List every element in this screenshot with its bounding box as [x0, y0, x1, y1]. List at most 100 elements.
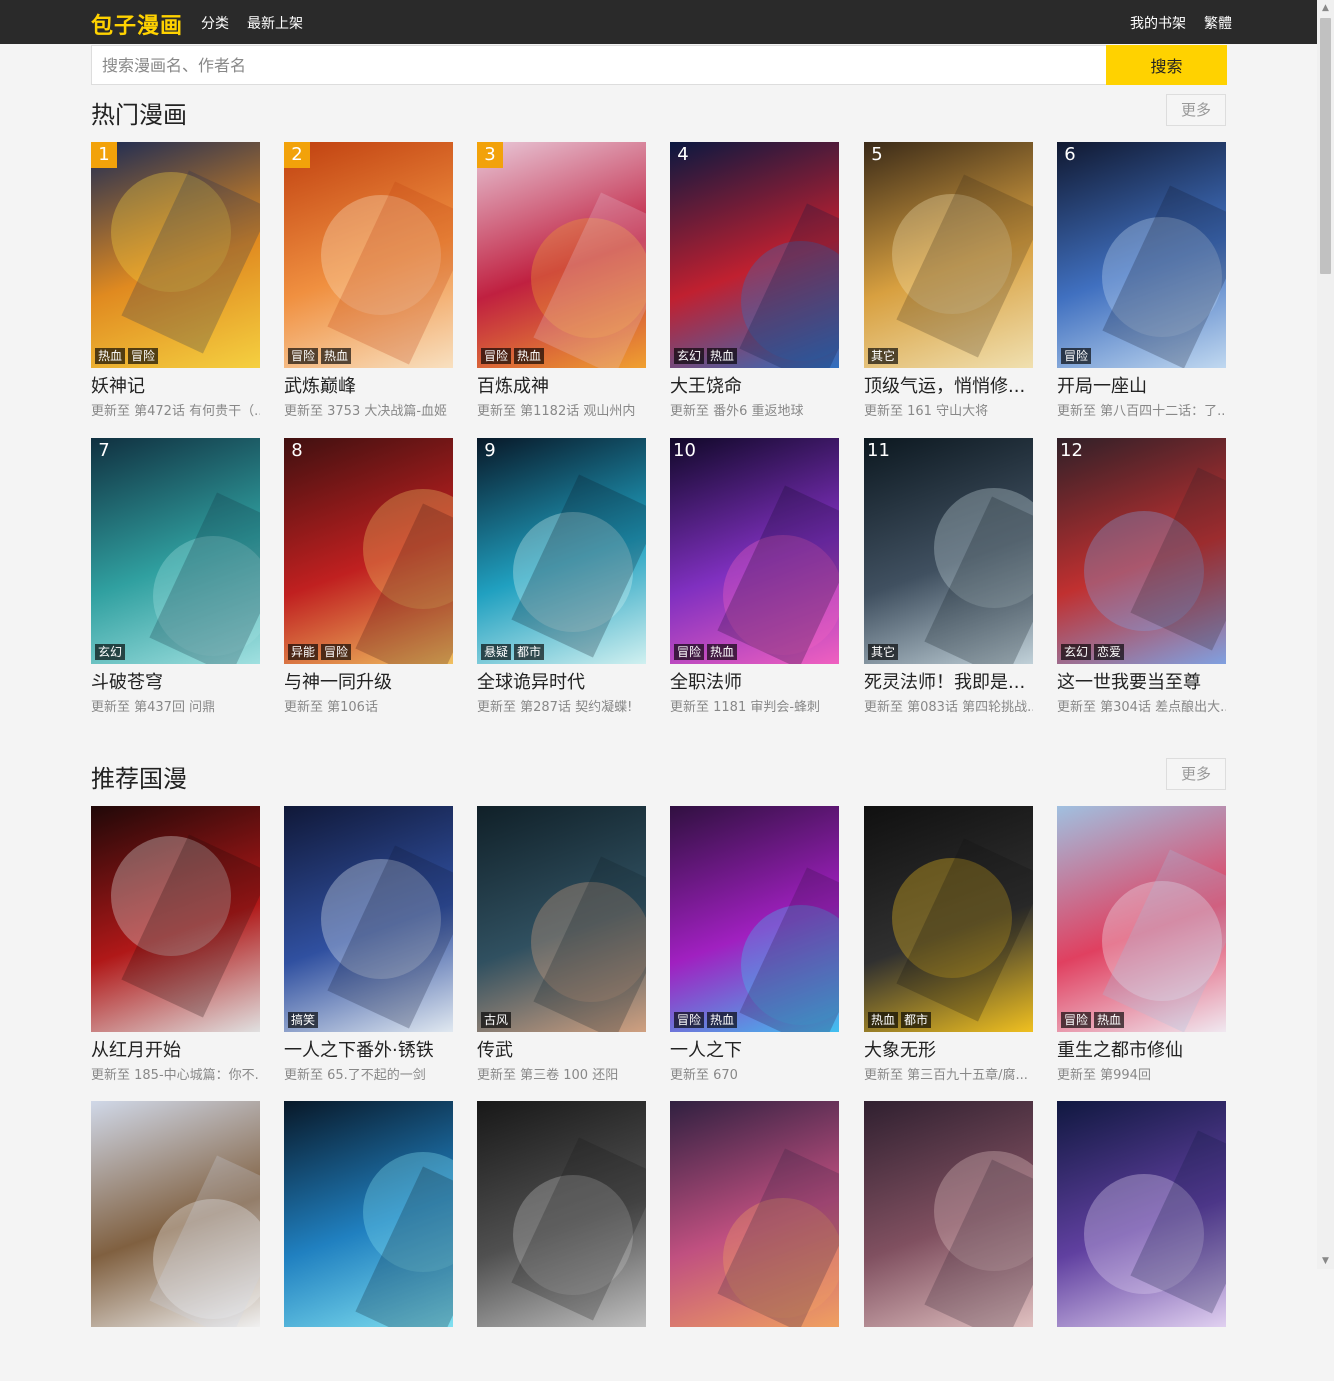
latest-chapter[interactable]: 更新至 161 守山大将 [864, 400, 1033, 419]
comic-card[interactable]: 1 热血 冒险妖神记更新至 第472话 有何贵干（... [91, 142, 260, 422]
comic-title[interactable]: 开局一座山 [1057, 372, 1226, 398]
comic-card[interactable]: 古风传武更新至 第三卷 100 还阳 [477, 806, 646, 1086]
more-button-hot[interactable]: 更多 [1166, 94, 1226, 126]
rank-badge: 8 [291, 440, 303, 461]
search-input[interactable] [91, 45, 1106, 85]
comic-card[interactable]: 12 玄幻 恋爱这一世我要当至尊更新至 第304话 差点酿出大... [1057, 438, 1226, 718]
comic-cover-image[interactable]: 热血 都市 [864, 806, 1033, 1032]
comic-card[interactable]: 10 冒险 热血全职法师更新至 1181 审判会-蜂刺 [670, 438, 839, 718]
comic-card[interactable]: 热血 都市大象无形更新至 第三百九十五章/腐... [864, 806, 1033, 1086]
latest-chapter[interactable]: 更新至 第106话 [284, 696, 453, 715]
comic-card[interactable]: 4 玄幻 热血大王饶命更新至 番外6 重返地球 [670, 142, 839, 422]
latest-chapter[interactable]: 更新至 第八百四十二话：了... [1057, 400, 1226, 419]
comic-cover-image[interactable]: 11 其它 [864, 438, 1033, 664]
comic-card[interactable]: 6 冒险开局一座山更新至 第八百四十二话：了... [1057, 142, 1226, 422]
latest-chapter[interactable]: 更新至 第三百九十五章/腐... [864, 1064, 1033, 1083]
comic-card[interactable]: 冒险 热血重生之都市修仙更新至 第994回 [1057, 806, 1226, 1086]
latest-chapter[interactable]: 更新至 185-中心城篇：你不... [91, 1064, 260, 1083]
comic-card[interactable]: 5 其它顶级气运，悄悄修... 更新至 161 守山大将 [864, 142, 1033, 422]
comic-cover-image[interactable]: 2 冒险 热血 [284, 142, 453, 368]
comic-cover-image[interactable]: 12 玄幻 恋爱 [1057, 438, 1226, 664]
latest-chapter[interactable]: 更新至 3753 大决战篇-血姬 [284, 400, 453, 419]
comic-cover-image[interactable] [91, 806, 260, 1032]
comic-cover-image[interactable] [477, 1101, 646, 1327]
nav-link-latest[interactable]: 最新上架 [247, 13, 303, 33]
latest-chapter[interactable]: 更新至 1181 审判会-蜂刺 [670, 696, 839, 715]
nav-link-traditional[interactable]: 繁體 [1204, 13, 1232, 33]
nav-link-bookshelf[interactable]: 我的书架 [1130, 13, 1186, 33]
scroll-up-arrow-icon[interactable]: ▲ [1320, 2, 1331, 14]
latest-chapter[interactable]: 更新至 第994回 [1057, 1064, 1226, 1083]
comic-title[interactable]: 武炼巅峰 [284, 372, 453, 398]
comic-card[interactable]: 7 玄幻斗破苍穹更新至 第437回 问鼎 [91, 438, 260, 718]
rank-badge: 11 [867, 440, 890, 461]
comic-cover-image[interactable]: 6 冒险 [1057, 142, 1226, 368]
comic-card[interactable] [1057, 1101, 1226, 1381]
comic-card[interactable] [284, 1101, 453, 1381]
comic-cover-image[interactable]: 3 冒险 热血 [477, 142, 646, 368]
latest-chapter[interactable]: 更新至 第三卷 100 还阳 [477, 1064, 646, 1083]
latest-chapter[interactable]: 更新至 第083话 第四轮挑战... [864, 696, 1033, 715]
comic-card[interactable]: 8 异能 冒险与神一同升级更新至 第106话 [284, 438, 453, 718]
search-button[interactable]: 搜索 [1106, 45, 1227, 85]
nav-link-category[interactable]: 分类 [201, 13, 229, 33]
comic-card[interactable]: 冒险 热血一人之下更新至 670 [670, 806, 839, 1086]
comic-title[interactable]: 大王饶命 [670, 372, 839, 398]
comic-cover-image[interactable] [91, 1101, 260, 1327]
comic-cover-image[interactable] [1057, 1101, 1226, 1327]
latest-chapter[interactable]: 更新至 670 [670, 1064, 839, 1083]
latest-chapter[interactable]: 更新至 第304话 差点酿出大... [1057, 696, 1226, 715]
latest-chapter[interactable]: 更新至 第437回 问鼎 [91, 696, 260, 715]
comic-title[interactable]: 全球诡异时代 [477, 668, 646, 694]
comic-title[interactable]: 这一世我要当至尊 [1057, 668, 1226, 694]
comic-card[interactable]: 9 悬疑 都市全球诡异时代更新至 第287话 契约凝蝶! [477, 438, 646, 718]
more-button-recommend[interactable]: 更多 [1166, 758, 1226, 790]
latest-chapter[interactable]: 更新至 第1182话 观山州内 [477, 400, 646, 419]
comic-card[interactable] [477, 1101, 646, 1381]
comic-cover-image[interactable]: 4 玄幻 热血 [670, 142, 839, 368]
comic-cover-image[interactable]: 5 其它 [864, 142, 1033, 368]
comic-title[interactable]: 死灵法师！我即是... [864, 668, 1033, 694]
comic-title[interactable]: 大象无形 [864, 1036, 1033, 1062]
latest-chapter[interactable]: 更新至 第287话 契约凝蝶! [477, 696, 646, 715]
comic-cover-image[interactable]: 古风 [477, 806, 646, 1032]
comic-title[interactable]: 与神一同升级 [284, 668, 453, 694]
comic-title[interactable]: 妖神记 [91, 372, 260, 398]
comic-cover-image[interactable]: 冒险 热血 [1057, 806, 1226, 1032]
comic-title[interactable]: 一人之下番外·锈铁 [284, 1036, 453, 1062]
comic-cover-image[interactable]: 搞笑 [284, 806, 453, 1032]
latest-chapter[interactable]: 更新至 番外6 重返地球 [670, 400, 839, 419]
comic-card[interactable]: 从红月开始更新至 185-中心城篇：你不... [91, 806, 260, 1086]
comic-cover-image[interactable] [864, 1101, 1033, 1327]
scroll-down-arrow-icon[interactable]: ▼ [1320, 1255, 1331, 1267]
latest-chapter[interactable]: 更新至 65.了不起的一剑 [284, 1064, 453, 1083]
comic-title[interactable]: 顶级气运，悄悄修... [864, 372, 1033, 398]
comic-card[interactable] [670, 1101, 839, 1381]
comic-title[interactable]: 一人之下 [670, 1036, 839, 1062]
scrollbar-thumb[interactable] [1320, 18, 1331, 274]
comic-card[interactable]: 搞笑一人之下番外·锈铁更新至 65.了不起的一剑 [284, 806, 453, 1086]
comic-cover-image[interactable]: 8 异能 冒险 [284, 438, 453, 664]
comic-title[interactable]: 百炼成神 [477, 372, 646, 398]
site-logo[interactable]: 包子漫画 [91, 8, 183, 40]
comic-cover-image[interactable]: 10 冒险 热血 [670, 438, 839, 664]
comic-card[interactable]: 3 冒险 热血百炼成神更新至 第1182话 观山州内 [477, 142, 646, 422]
comic-card[interactable]: 2 冒险 热血武炼巅峰更新至 3753 大决战篇-血姬 [284, 142, 453, 422]
comic-cover-image[interactable]: 冒险 热血 [670, 806, 839, 1032]
latest-chapter[interactable]: 更新至 第472话 有何贵干（... [91, 400, 260, 419]
comic-card[interactable]: 11 其它死灵法师！我即是... 更新至 第083话 第四轮挑战... [864, 438, 1033, 718]
comic-card[interactable] [91, 1101, 260, 1381]
comic-cover-image[interactable]: 9 悬疑 都市 [477, 438, 646, 664]
comic-title[interactable]: 重生之都市修仙 [1057, 1036, 1226, 1062]
comic-title[interactable]: 从红月开始 [91, 1036, 260, 1062]
comic-cover-image[interactable]: 1 热血 冒险 [91, 142, 260, 368]
comic-title[interactable]: 全职法师 [670, 668, 839, 694]
comic-card[interactable] [864, 1101, 1033, 1381]
comic-cover-image[interactable] [670, 1101, 839, 1327]
comic-cover-image[interactable]: 7 玄幻 [91, 438, 260, 664]
comic-title[interactable]: 斗破苍穹 [91, 668, 260, 694]
comic-title[interactable]: 传武 [477, 1036, 646, 1062]
comic-cover-image[interactable] [284, 1101, 453, 1327]
genre-tag: 冒险 [128, 348, 159, 364]
genre-tags: 冒险 热血 [674, 644, 738, 660]
